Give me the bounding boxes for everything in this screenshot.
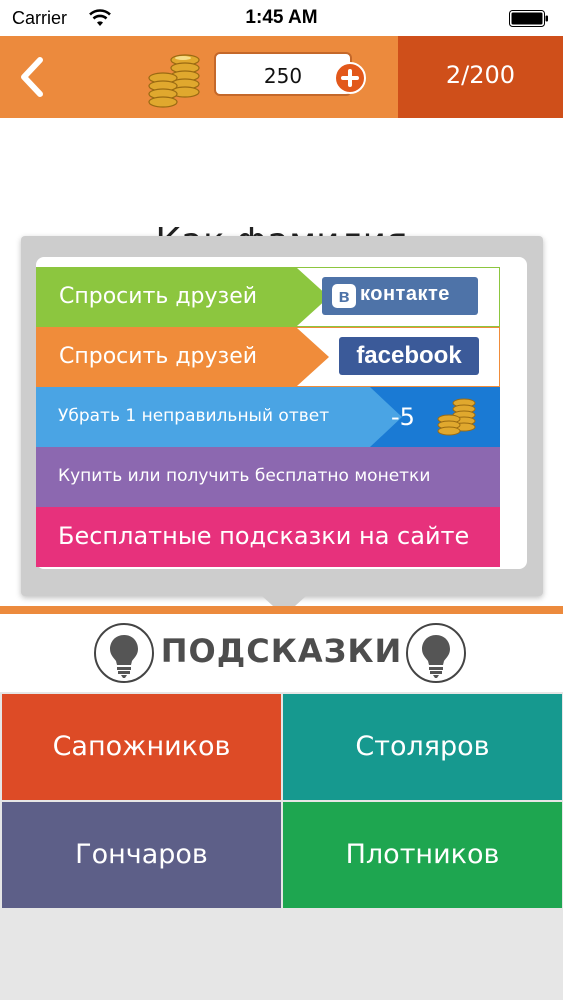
hints-title: ПОДСКАЗКИ [160,632,403,670]
hint-label: Убрать 1 неправильный ответ [58,406,330,426]
header-bar: 250 2/200 [0,36,563,118]
lightbulb-icon [406,623,466,683]
hint-cost: -5 [391,403,415,431]
ask-friends-vk-button[interactable]: Спросить друзей в контакте [36,267,500,327]
hints-toggle-right-button[interactable] [405,622,467,684]
ask-friends-facebook-button[interactable]: Спросить друзей facebook [36,327,500,387]
vk-logo-badge: в [332,284,356,308]
back-button[interactable] [8,46,60,108]
hint-label: Купить или получить бесплатно монетки [58,466,431,486]
add-coins-button[interactable] [334,62,366,94]
battery-icon [509,10,548,27]
answer-option-4[interactable]: Плотников [283,802,562,908]
orange-separator [0,606,563,614]
vkontakte-logo: в контакте [322,277,478,315]
vk-logo-text: контакте [360,283,450,305]
facebook-logo: facebook [339,337,479,375]
coin-balance-field: 250 [214,52,352,96]
free-hints-site-button[interactable]: Бесплатные подсказки на сайте [36,507,500,567]
hint-label: Бесплатные подсказки на сайте [58,522,470,550]
level-text: 2/200 [445,61,516,89]
remove-wrong-answer-button[interactable]: Убрать 1 неправильный ответ -5 [36,387,500,447]
bottom-area [0,908,563,1000]
answer-option-1[interactable]: Сапожников [2,694,281,800]
hint-label: Спросить друзей [59,284,258,309]
answers-grid: Сапожников Столяров Гончаров Плотников [0,692,563,908]
hint-label: Спросить друзей [59,344,258,369]
plus-icon [341,69,359,87]
coins-icon [437,398,476,436]
chevron-left-icon [21,57,43,97]
coins-icon [148,54,200,108]
status-bar: Carrier 1:45 AM [0,0,563,36]
level-counter: 2/200 [398,36,563,118]
hints-bar: ПОДСКАЗКИ [0,614,563,692]
coin-count: 250 [263,64,303,88]
answer-option-2[interactable]: Столяров [283,694,562,800]
status-time: 1:45 AM [245,7,318,28]
get-coins-button[interactable]: Купить или получить бесплатно монетки [36,447,500,507]
answer-option-3[interactable]: Гончаров [2,802,281,908]
